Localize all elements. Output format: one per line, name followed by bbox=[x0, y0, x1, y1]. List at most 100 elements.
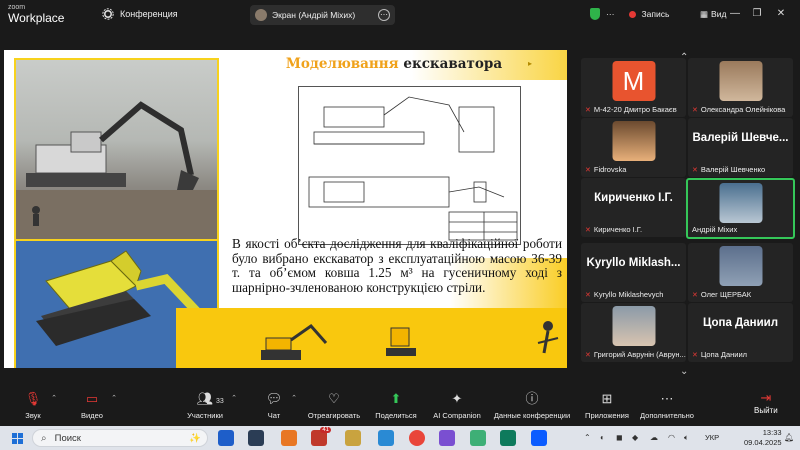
react-button[interactable]: ♡ Отреагировать bbox=[305, 390, 363, 420]
record-status[interactable]: ⋯ Запись bbox=[590, 8, 669, 20]
participant-tile[interactable]: Валерій Шевче... ✕ Валерій Шевченко bbox=[688, 118, 793, 177]
sharer-avatar bbox=[255, 9, 267, 21]
chevron-up-icon[interactable]: ⌃ bbox=[231, 394, 237, 402]
participant-tile[interactable]: Kyryllo Miklash... ✕ Kyryllo Miklashevych bbox=[581, 243, 686, 302]
close-button[interactable]: ✕ bbox=[774, 7, 788, 21]
mute-button[interactable]: 🎙︎ Звук ⌃ bbox=[20, 390, 57, 420]
participant-tile[interactable]: ✕ Григорий Аврунін (Аврун... bbox=[581, 303, 686, 362]
participant-tile[interactable]: M ✕ М-42-20 Дмитро Бакаєв bbox=[581, 58, 686, 117]
more-button[interactable]: ⋯ Дополнительно bbox=[636, 390, 698, 420]
ai-companion-button[interactable]: ✦ AI Companion bbox=[430, 390, 484, 420]
more-icon[interactable]: ⋯ bbox=[606, 9, 615, 20]
mic-muted-icon: ✕ bbox=[585, 351, 591, 359]
mic-muted-icon: ✕ bbox=[692, 166, 698, 174]
participants-button[interactable]: 👥︎ Участники ⌃ bbox=[184, 390, 237, 420]
record-label: Запись bbox=[641, 9, 670, 19]
meeting-data-button[interactable]: ⓘ Данные конференции bbox=[490, 390, 574, 420]
participant-tile[interactable]: ✕ Олександра Олейнікова bbox=[688, 58, 793, 117]
windows-taskbar: ⌕ Поиск ✨ 41 ⌃ ◐ ◼ ◆ ☁ ◠ 🔈︎ УКР 13:33 09… bbox=[0, 426, 800, 450]
chat-label: Чат bbox=[267, 411, 281, 420]
video-label: Видео bbox=[81, 411, 103, 420]
view-label: Вид bbox=[711, 9, 727, 19]
cloud-icon[interactable]: ☁ bbox=[650, 433, 658, 442]
participant-display-name: Валерій Шевче... bbox=[692, 132, 789, 144]
cursor-icon: ▸ bbox=[528, 59, 533, 68]
language-indicator[interactable]: УКР bbox=[705, 433, 719, 442]
mic-muted-icon: ✕ bbox=[585, 106, 591, 114]
participants-count-badge: 33 bbox=[216, 398, 224, 405]
share-icon: ⬆ bbox=[390, 391, 402, 406]
app-tray-icon[interactable]: ◐ bbox=[600, 433, 605, 442]
logo-line2: Workplace bbox=[8, 11, 65, 25]
participants-label: Участники bbox=[187, 411, 223, 420]
participant-name: Кириченко І.Г. bbox=[593, 225, 643, 234]
app-icon[interactable] bbox=[248, 430, 264, 446]
excavator-photo-art bbox=[16, 101, 217, 239]
participant-tile[interactable]: ✕ Олег ЩЕРБАК bbox=[688, 243, 793, 302]
chevron-down-icon[interactable]: ⌄ bbox=[680, 366, 688, 377]
restore-button[interactable]: ❐ bbox=[750, 7, 764, 21]
participant-tile[interactable]: Кириченко І.Г. ✕ Кириченко І.Г. bbox=[581, 178, 686, 237]
chat-button[interactable]: 💬︎ Чат ⌃ bbox=[262, 390, 297, 420]
notifications-icon[interactable]: 🔔︎ bbox=[784, 433, 794, 442]
record-dot-icon bbox=[628, 10, 636, 18]
participant-label: ✕ Олександра Олейнікова bbox=[692, 105, 785, 114]
clock[interactable]: 13:33 09.04.2025 bbox=[744, 428, 782, 448]
zoom-logo: zoom Workplace bbox=[8, 4, 64, 24]
matlab-icon[interactable] bbox=[281, 430, 297, 446]
avatar bbox=[719, 246, 762, 286]
slide-illustrations bbox=[261, 321, 559, 360]
avatar: M bbox=[612, 61, 655, 101]
exit-icon: ⇥ bbox=[760, 390, 772, 405]
participant-name: Kyryllo Miklashevych bbox=[593, 290, 664, 299]
share-button[interactable]: ⬆ Поделиться bbox=[373, 390, 419, 420]
notification-app-icon[interactable]: 41 bbox=[311, 427, 331, 446]
react-label: Отреагировать bbox=[307, 411, 361, 420]
app-icon[interactable] bbox=[500, 430, 516, 446]
taskbar-search[interactable]: ⌕ Поиск ✨ bbox=[32, 429, 208, 447]
word-icon[interactable] bbox=[218, 430, 234, 446]
participant-tile[interactable]: Цопа Даниил ✕ Цопа Даниил bbox=[688, 303, 793, 362]
viber-icon[interactable] bbox=[439, 430, 455, 446]
participant-tile[interactable]: ✕ Fidrovska bbox=[581, 118, 686, 177]
apps-label: Приложения bbox=[585, 411, 629, 420]
app-icon[interactable] bbox=[470, 430, 486, 446]
mic-muted-icon: ✕ bbox=[692, 106, 698, 114]
participant-label: ✕ Кириченко І.Г. bbox=[585, 225, 642, 234]
share-label: Поделиться bbox=[375, 411, 417, 420]
zoom-taskbar-icon[interactable] bbox=[531, 430, 547, 446]
more-label: Дополнительно bbox=[640, 411, 694, 420]
avatar bbox=[612, 306, 655, 346]
participant-tile-active-speaker[interactable]: Андрій Міхих bbox=[686, 178, 795, 239]
gear-icon bbox=[102, 8, 114, 20]
apps-icon: ⊞ bbox=[601, 391, 613, 406]
volume-icon[interactable]: 🔈︎ bbox=[684, 433, 689, 443]
chevron-up-icon[interactable]: ⌃ bbox=[51, 394, 57, 402]
participant-name: Олександра Олейнікова bbox=[700, 105, 786, 114]
file-explorer-icon[interactable] bbox=[345, 430, 361, 446]
windows-start-icon[interactable] bbox=[12, 433, 23, 444]
participant-display-name: Kyryllo Miklash... bbox=[586, 257, 681, 269]
mic-muted-icon: ✕ bbox=[585, 166, 591, 174]
participant-name: Fidrovska bbox=[593, 165, 627, 174]
chevron-up-icon[interactable]: ⌃ bbox=[111, 394, 117, 402]
app-tray-icon[interactable]: ◆ bbox=[632, 433, 638, 442]
participant-label: ✕ Fidrovska bbox=[585, 165, 626, 174]
wifi-icon[interactable]: ◠ bbox=[668, 433, 675, 442]
edge-icon[interactable] bbox=[378, 430, 394, 446]
meeting-info-button[interactable]: Конференция bbox=[102, 8, 178, 20]
more-options-icon[interactable]: ⋯ bbox=[378, 9, 390, 21]
view-button[interactable]: ▦ Вид bbox=[700, 9, 726, 20]
app-tray-icon[interactable]: ◼ bbox=[616, 433, 623, 442]
minimize-button[interactable]: — bbox=[728, 7, 742, 21]
apps-button[interactable]: ⊞ Приложения bbox=[584, 390, 630, 420]
screen-share-chip[interactable]: Экран (Андрій Міхих) ⋯ bbox=[250, 5, 395, 25]
video-button[interactable]: ▭ Видео ⌃ bbox=[78, 390, 117, 420]
leave-button[interactable]: ⇥ Выйти bbox=[754, 390, 778, 415]
chrome-icon[interactable] bbox=[409, 430, 425, 446]
chevron-up-icon[interactable]: ⌃ bbox=[291, 394, 297, 402]
mic-muted-icon: ✕ bbox=[585, 226, 591, 234]
mic-muted-icon: ✕ bbox=[585, 291, 591, 299]
slide-body-text: В якості об’єкта дослідження для кваліфі… bbox=[232, 236, 562, 295]
chevron-up-icon[interactable]: ⌃ bbox=[584, 433, 591, 442]
